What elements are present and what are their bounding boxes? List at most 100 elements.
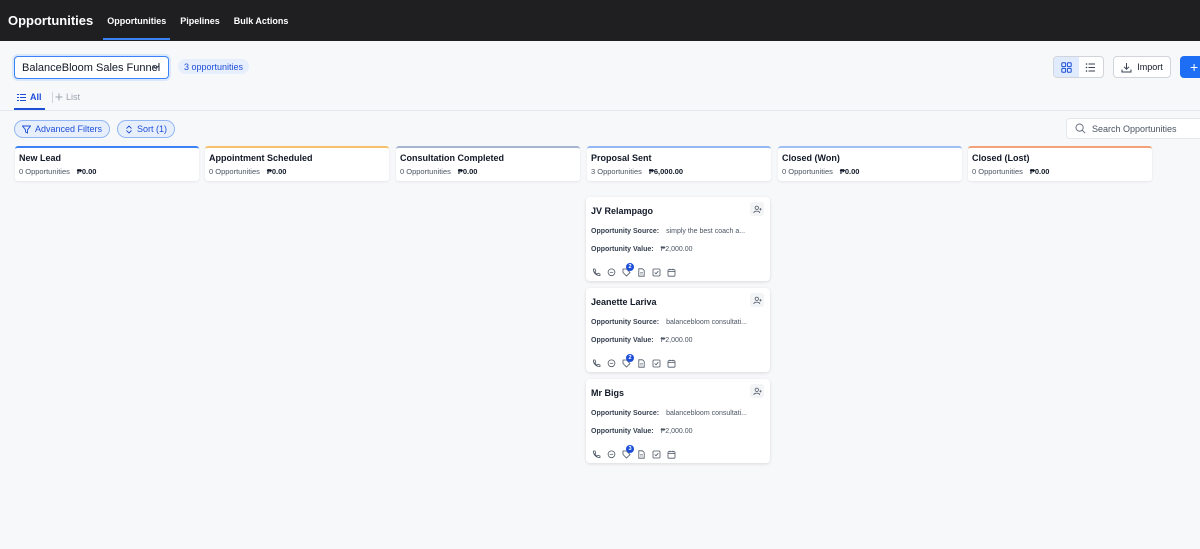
stage-name: New Lead [19, 153, 62, 163]
source-value: simply the best coach a... [666, 228, 746, 235]
sort-icon [126, 124, 132, 134]
calendar-icon[interactable] [666, 358, 676, 368]
tag-icon[interactable]: 2 [621, 263, 634, 277]
chevron-down-icon [152, 65, 160, 70]
card-actions: 2 [591, 354, 676, 368]
stage-name: Proposal Sent [591, 153, 652, 163]
plus-icon [55, 93, 63, 101]
user-icon [752, 296, 762, 304]
tag-count-badge: 2 [626, 263, 634, 271]
source-label: Opportunity Source: [591, 410, 660, 417]
tab-divider [52, 92, 53, 103]
phone-icon[interactable] [591, 449, 601, 459]
search-input[interactable] [1092, 123, 1200, 134]
stage-count: 0 Opportunities [209, 167, 260, 176]
card-contact-name[interactable]: Mr Bigs [591, 388, 624, 398]
chat-icon[interactable] [606, 267, 616, 277]
chat-icon[interactable] [606, 449, 616, 459]
stage-new-lead: New Lead 0 Opportunities ₱0.00 [15, 146, 199, 181]
advanced-filters-button[interactable]: Advanced Filters [14, 120, 111, 138]
import-label: Import [1137, 62, 1163, 72]
add-opportunity-button[interactable]: + [1180, 56, 1200, 78]
card-contact-name[interactable]: JV Relampago [591, 206, 653, 216]
import-button[interactable]: Import [1113, 56, 1171, 78]
stage-count: 0 Opportunities [400, 167, 451, 176]
card-actions: 3 [591, 445, 676, 459]
opportunity-count-badge: 3 opportunities [178, 59, 250, 74]
source-label: Opportunity Source: [591, 228, 660, 235]
stage-count: 3 Opportunities [591, 167, 642, 176]
source-label: Opportunity Source: [591, 319, 660, 326]
opportunity-value: ₱2,000.00 [660, 337, 693, 344]
tab-all[interactable]: All [14, 86, 45, 110]
stage-value: ₱0.00 [76, 167, 97, 176]
opportunity-card[interactable]: JV Relampago Opportunity Source: simply t… [586, 197, 770, 281]
stage-value: ₱6,000.00 [648, 167, 684, 176]
sort-button[interactable]: Sort (1) [117, 120, 176, 138]
nav-pipelines[interactable]: Pipelines [180, 0, 220, 41]
sort-label: Sort (1) [137, 124, 168, 134]
stage-closed-won: Closed (Won) 0 Opportunities ₱0.00 [778, 146, 962, 181]
top-nav: Opportunities Pipelines Bulk Actions [103, 0, 302, 41]
phone-icon[interactable] [591, 267, 601, 277]
source-value: balancebloom consultati... [666, 410, 747, 417]
search-box [1066, 118, 1200, 139]
download-icon [1121, 62, 1132, 72]
calendar-icon[interactable] [666, 267, 676, 277]
value-label: Opportunity Value: [591, 246, 654, 253]
document-icon[interactable] [636, 358, 646, 368]
assign-user-button[interactable] [750, 293, 764, 307]
app-title: Opportunities [8, 13, 94, 28]
add-list-tab[interactable]: List [55, 86, 80, 108]
search-icon [1075, 123, 1086, 134]
document-icon[interactable] [636, 449, 646, 459]
assign-user-button[interactable] [750, 202, 764, 216]
advanced-filters-label: Advanced Filters [35, 124, 103, 134]
stage-name: Closed (Lost) [972, 153, 1030, 163]
document-icon[interactable] [636, 267, 646, 277]
top-bar: Opportunities Opportunities Pipelines Bu… [0, 0, 1200, 41]
filter-icon [22, 125, 31, 134]
task-icon[interactable] [651, 449, 661, 459]
stage-name: Consultation Completed [400, 153, 504, 163]
pipeline-select[interactable]: BalanceBloom Sales Funnel [14, 56, 169, 79]
opportunity-value: ₱2,000.00 [660, 246, 693, 253]
stage-value: ₱0.00 [457, 167, 478, 176]
task-icon[interactable] [651, 267, 661, 277]
view-tabs: All List [0, 86, 1200, 111]
nav-bulk-actions[interactable]: Bulk Actions [234, 0, 289, 41]
value-label: Opportunity Value: [591, 337, 654, 344]
stage-value: ₱0.00 [266, 167, 287, 176]
stage-consultation-completed: Consultation Completed 0 Opportunities ₱0… [396, 146, 580, 181]
tag-icon[interactable]: 2 [621, 354, 634, 368]
stage-count: 0 Opportunities [19, 167, 70, 176]
grid-icon [1061, 61, 1072, 73]
stage-name: Appointment Scheduled [209, 153, 313, 163]
source-value: balancebloom consultati... [666, 319, 747, 326]
tag-count-badge: 2 [626, 354, 634, 362]
stage-proposal-sent: Proposal Sent 3 Opportunities ₱6,000.00 [587, 146, 771, 181]
value-label: Opportunity Value: [591, 428, 654, 435]
view-toggle [1053, 56, 1104, 78]
opportunity-card[interactable]: Jeanette Lariva Opportunity Source: balan… [586, 288, 770, 372]
chat-icon[interactable] [606, 358, 616, 368]
stage-count: 0 Opportunities [782, 167, 833, 176]
task-icon[interactable] [651, 358, 661, 368]
phone-icon[interactable] [591, 358, 601, 368]
tag-icon[interactable]: 3 [621, 445, 634, 459]
opportunity-card[interactable]: Mr Bigs Opportunity Source: balancebloom … [586, 379, 770, 463]
nav-opportunities[interactable]: Opportunities [103, 0, 171, 41]
stage-count: 0 Opportunities [972, 167, 1023, 176]
stage-name: Closed (Won) [782, 153, 840, 163]
list-icon [17, 93, 26, 101]
list-view-button[interactable] [1079, 57, 1104, 77]
assign-user-button[interactable] [750, 384, 764, 398]
stage-value: ₱0.00 [1029, 167, 1050, 176]
stage-value: ₱0.00 [839, 167, 860, 176]
calendar-icon[interactable] [666, 449, 676, 459]
card-actions: 2 [591, 263, 676, 277]
card-contact-name[interactable]: Jeanette Lariva [591, 297, 657, 307]
board-view-button[interactable] [1054, 57, 1079, 77]
opportunity-value: ₱2,000.00 [660, 428, 693, 435]
user-icon [752, 387, 762, 395]
